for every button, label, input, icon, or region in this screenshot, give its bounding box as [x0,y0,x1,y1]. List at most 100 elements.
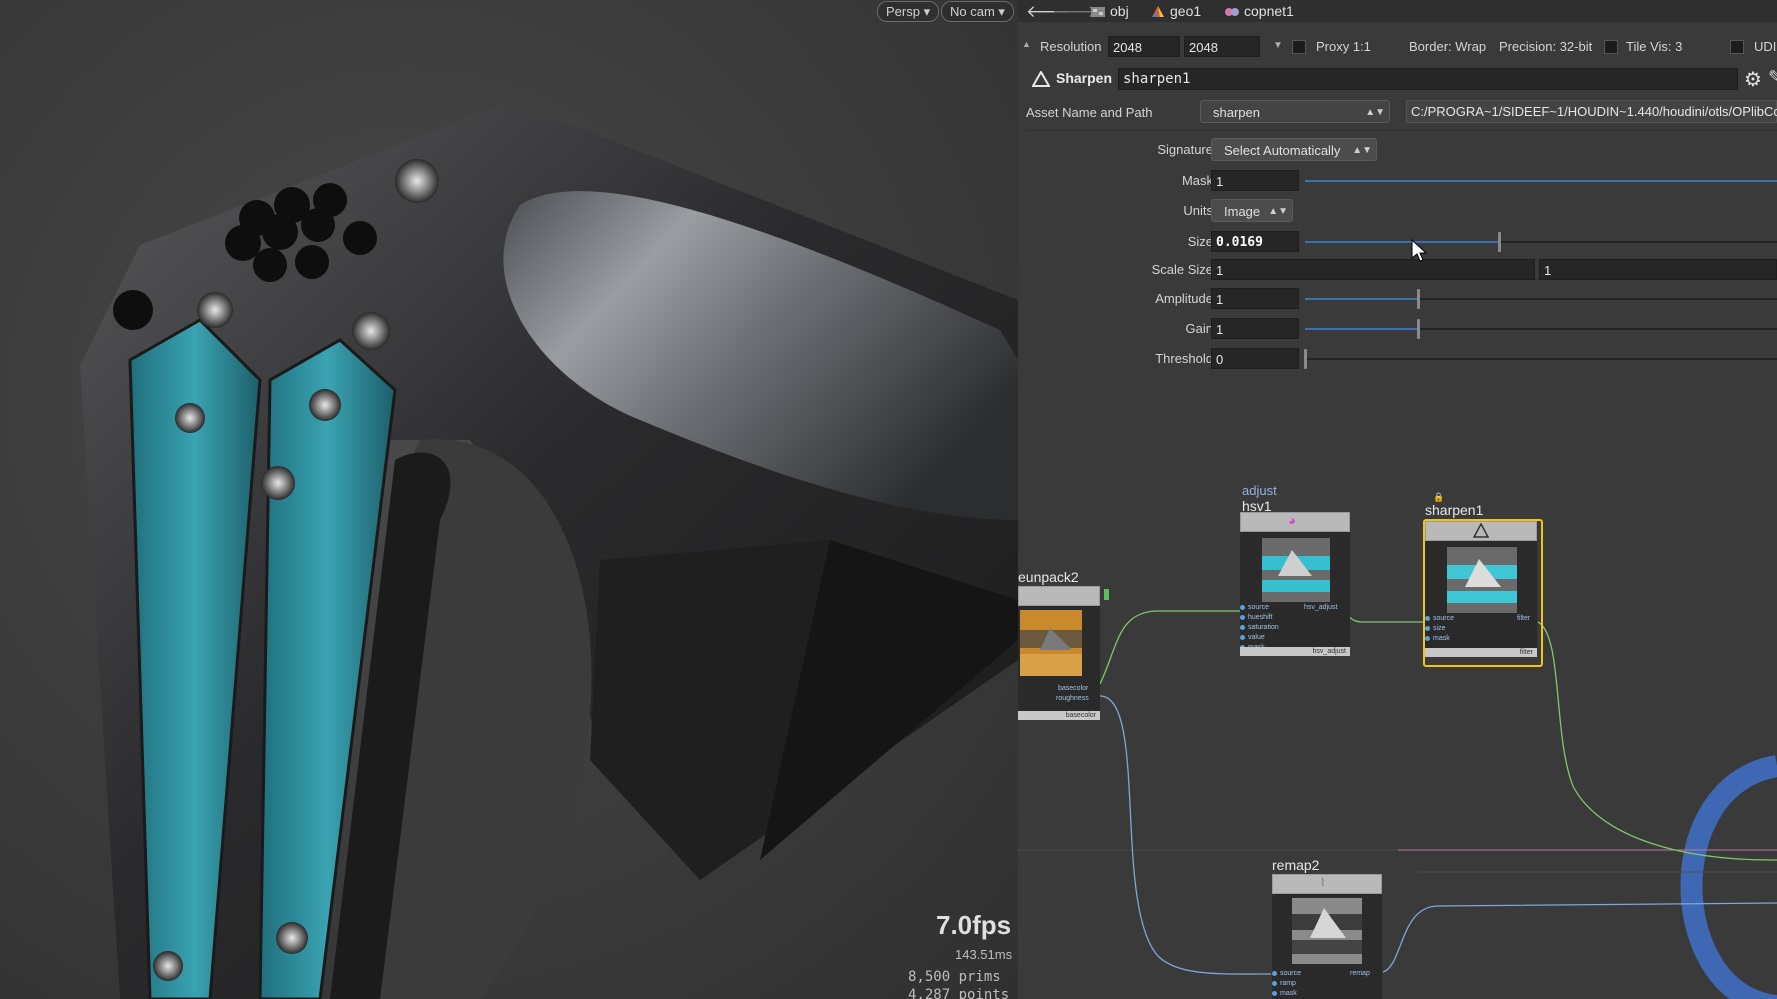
mask-label: Mask [1181,173,1213,188]
camera-menu-label: Persp [886,4,920,19]
path-bar: 🡐 🡒 obj geo1 copnet1 [1018,0,1777,22]
tile-vis-checkbox[interactable] [1604,40,1618,54]
mask-slider[interactable] [1305,180,1777,182]
color-wheel-icon: ◕ [1288,513,1296,528]
units-label: Units [1183,203,1213,218]
precision-label[interactable]: Precision: 32-bit [1499,36,1592,57]
node-header-bar [1018,586,1100,606]
size-slider-knob[interactable] [1497,232,1501,252]
gain-field[interactable]: 1 [1211,318,1299,339]
wire-basecolor-to-hsv [1099,610,1243,685]
signature-dropdown[interactable]: Select Automatically ▲▼ [1211,138,1377,161]
input-port-source[interactable]: source [1425,615,1454,622]
mask-slider-fill [1305,180,1777,182]
cam-menu-label: No cam [950,4,995,19]
node-label-adjust: adjust [1242,483,1277,498]
node-thumbnail [1292,898,1362,964]
border-label[interactable]: Border: Wrap [1409,36,1486,57]
node-name-label: remap2 [1272,857,1320,873]
input-port-mask[interactable]: mask [1425,635,1450,642]
help-icon[interactable]: ✎ [1768,67,1777,88]
path-item-geo1[interactable]: geo1 [1150,1,1201,21]
node-thumbnail [1020,610,1082,676]
input-port-mask[interactable]: mask [1272,990,1297,997]
parameters: Signature Select Automatically ▲▼ Mask 1 … [1018,96,1777,406]
input-port-ramp[interactable]: ramp [1272,980,1296,987]
gear-icon[interactable]: ⚙ [1744,67,1762,92]
path-item-obj[interactable]: obj [1090,1,1129,21]
chevron-down-icon: ▾ [994,4,1005,19]
input-port-value[interactable]: value [1240,634,1265,641]
size-slider[interactable] [1305,232,1777,252]
resolution-height-field[interactable]: 2048 [1184,36,1260,57]
network-editor[interactable]: eunpack2 basecolor roughness basecolor a… [1018,406,1777,999]
output-port-remap[interactable]: remap [1350,970,1370,977]
input-port-hueshift[interactable]: hueshift [1240,614,1273,621]
units-dropdown[interactable]: Image ▲▼ [1211,199,1293,222]
output-port-basecolor[interactable]: basecolor [1058,685,1088,692]
udim-checkbox[interactable] [1730,40,1744,54]
wire-roughness-to-remap [1099,695,1272,975]
size-field[interactable]: 0.0169 [1211,231,1299,252]
scale-size-x-field[interactable]: 1 [1211,259,1535,280]
geometry-icon [1152,6,1164,18]
path-item-copnet1[interactable]: copnet1 [1224,1,1294,21]
threshold-slider-knob[interactable] [1304,349,1307,369]
threshold-slider[interactable] [1304,349,1777,369]
scale-size-label: Scale Size [1151,262,1213,277]
output-port-filter[interactable]: filter [1517,615,1530,622]
sharpen-node-icon [1032,71,1050,87]
viewport-scene-render [80,105,1018,999]
input-port-source[interactable]: source [1240,604,1269,611]
tile-vis-label: Tile Vis: 3 [1626,39,1683,54]
network-wires [1018,610,1777,999]
gain-slider[interactable] [1305,319,1777,339]
parameter-panel: 🡐 🡒 obj geo1 copnet1 ▲ Resolution 2048 2… [1018,0,1777,999]
camera-menu[interactable]: Persp ▾ [877,1,940,22]
updown-arrows-icon: ▲▼ [1268,206,1288,217]
scale-size-y-field[interactable]: 1 [1539,259,1777,280]
amplitude-slider-fill [1305,298,1419,300]
node-thumbnail [1447,547,1517,613]
path-item-label: geo1 [1170,3,1202,19]
cam-menu[interactable]: No cam ▾ [941,1,1014,22]
units-value: Image [1224,204,1261,219]
prims-count: 8,500 prims [908,969,1001,985]
threshold-field[interactable]: 0 [1211,348,1299,369]
input-port-source[interactable]: source [1272,970,1301,977]
frame-time-readout: 143.51ms [955,947,1013,962]
points-count: 4,287 points [908,987,1010,999]
network-icon [1091,7,1105,18]
gain-slider-fill [1305,328,1419,330]
node-header-bar [1272,874,1382,894]
resolution-bar: ▲ Resolution 2048 2048 ▼ Proxy 1:1 Borde… [1018,36,1777,58]
resolution-menu-arrow-icon[interactable]: ▼ [1273,40,1283,51]
input-port-saturation[interactable]: saturation [1240,624,1279,631]
copnet-icon [1225,8,1239,17]
viewport[interactable]: Persp ▾ No cam ▾ 7.0fps 143.51ms 8,500 p… [0,0,1018,999]
fps-readout: 7.0fps [936,910,1012,940]
proxy-checkbox[interactable] [1292,40,1306,54]
updown-arrows-icon: ▲▼ [1352,145,1372,156]
udim-label: UDI [1754,39,1777,54]
amplitude-field[interactable]: 1 [1211,288,1299,309]
resolution-width-field[interactable]: 2048 [1108,36,1180,57]
amplitude-slider[interactable] [1305,289,1777,309]
node-footer: basecolor [1018,711,1100,720]
threshold-label: Threshold [1155,351,1213,366]
mask-field[interactable]: 1 [1211,170,1299,191]
signature-label: Signature [1157,142,1213,157]
output-port-hsv-adjust[interactable]: hsv_adjust [1304,604,1337,611]
resolution-label: Resolution [1040,39,1102,54]
display-flag-icon[interactable] [1104,589,1109,600]
collapse-arrow-icon[interactable]: ▲ [1022,39,1031,49]
wire-sharpen-out [1537,621,1777,861]
node-name-label: sharpen1 [1425,502,1484,518]
output-port-roughness[interactable]: roughness [1056,695,1089,702]
remap-curve-icon: ⌇ [1320,877,1326,889]
size-slider-fill [1305,241,1499,243]
amplitude-slider-knob[interactable] [1417,289,1421,309]
gain-slider-knob[interactable] [1417,319,1421,339]
input-port-size[interactable]: size [1425,625,1445,632]
node-name-field[interactable]: sharpen1 [1118,68,1738,90]
